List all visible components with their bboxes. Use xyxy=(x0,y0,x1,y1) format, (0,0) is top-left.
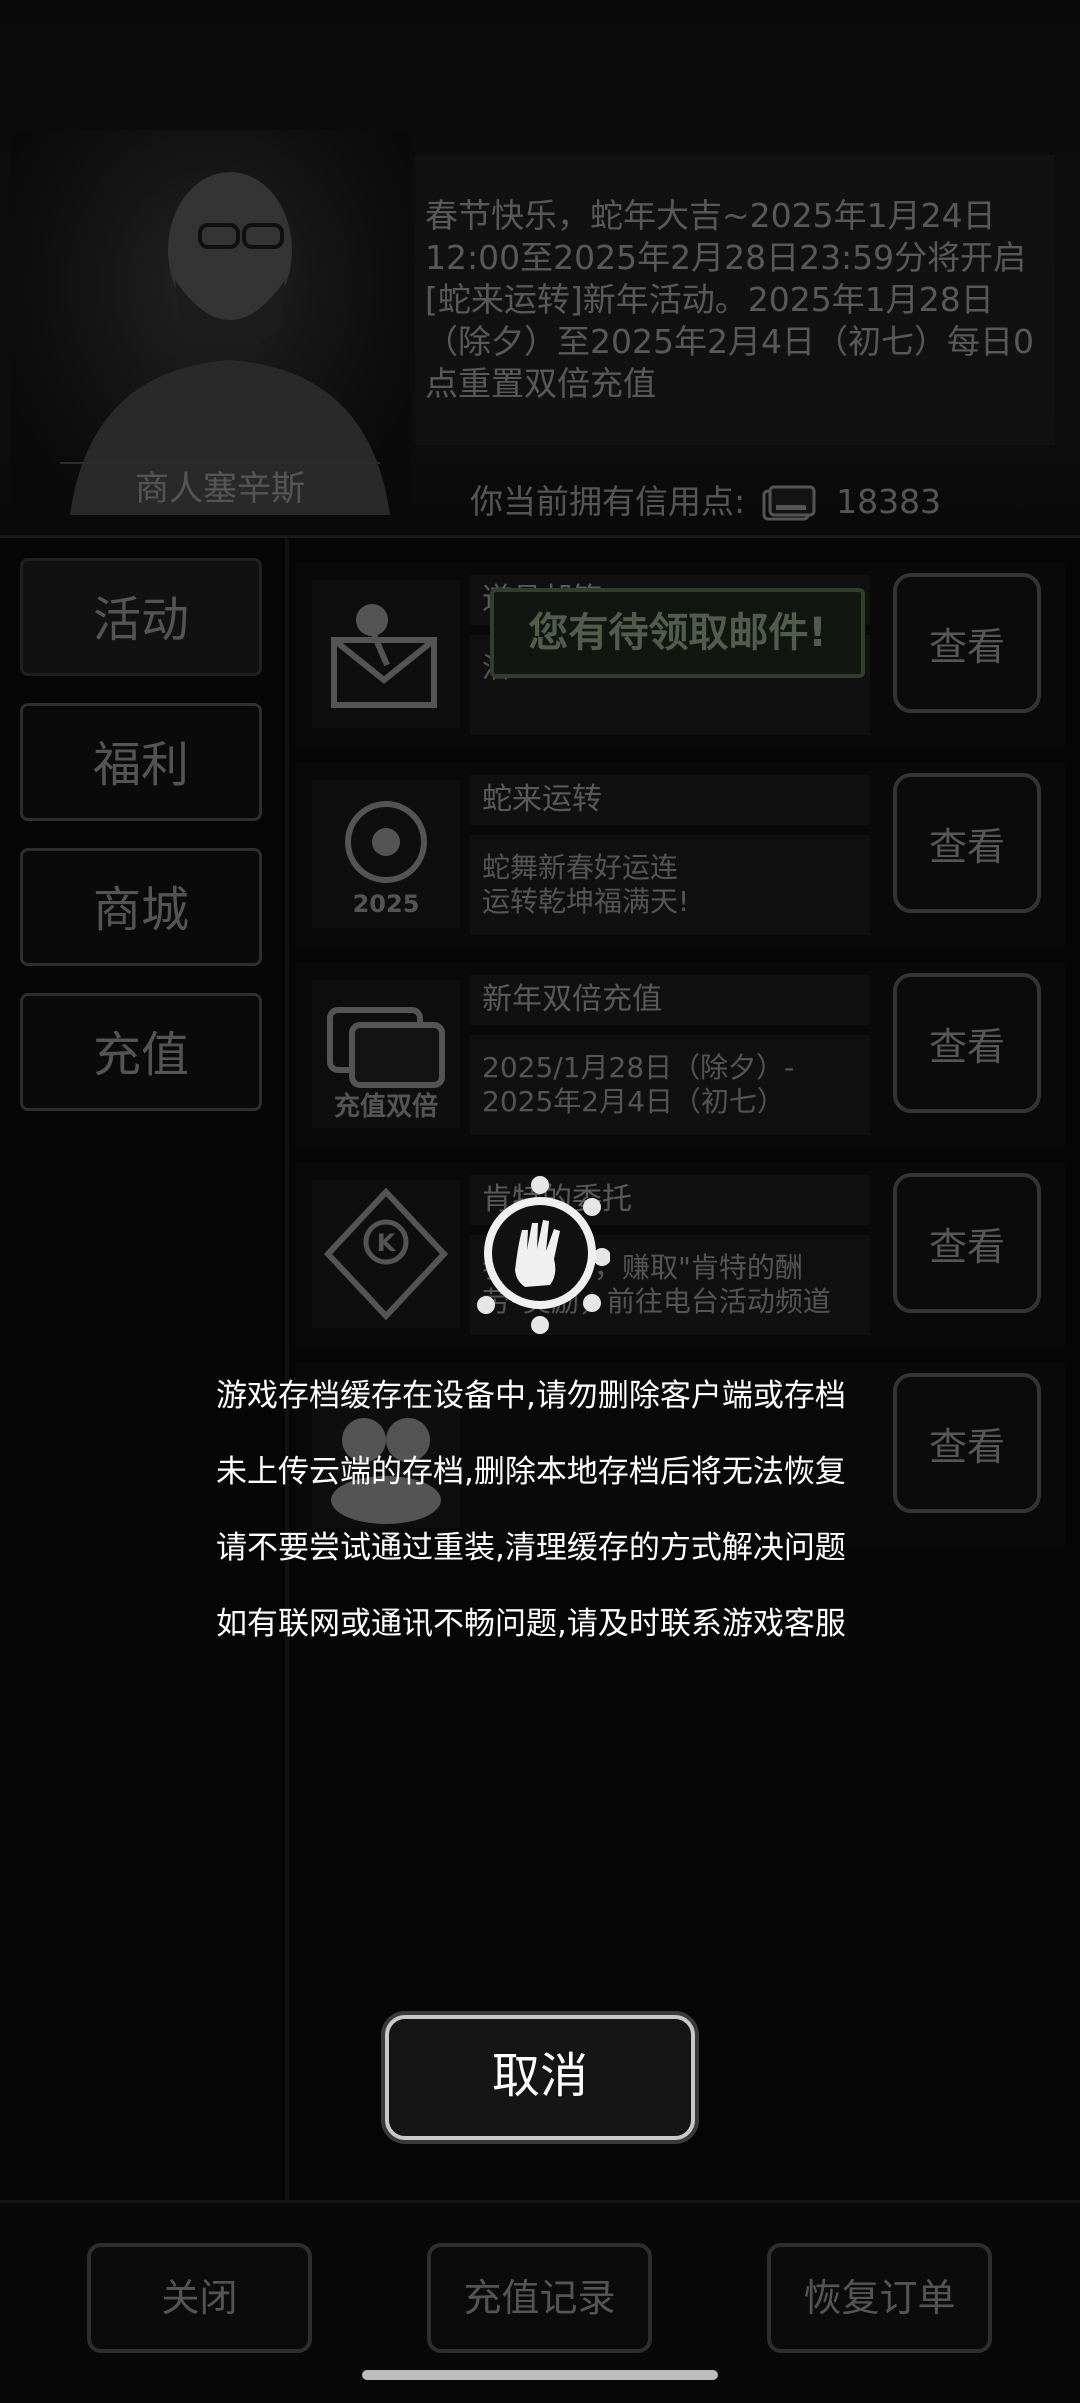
warning-line: 请不要尝试通过重装,清理缓存的方式解决问题 xyxy=(216,1530,846,1566)
activity-title: 新年双倍充值 xyxy=(470,975,870,1025)
activity-row: K 肯特的委托 参与活动，赚取"肯特的酬劳"奖励，前往电台活动频道 查看 xyxy=(295,1163,1065,1348)
loading-spinner xyxy=(470,1175,611,1335)
merchant-name: 商人塞辛斯 xyxy=(60,462,380,514)
credit-balance: 你当前拥有信用点: 18383 xyxy=(470,475,941,523)
save-warning-text: 游戏存档缓存在设备中,请勿删除客户端或存档 未上传云端的存档,删除本地存档后将无… xyxy=(216,1365,876,1669)
emblem-k-icon: K xyxy=(312,1180,460,1328)
view-button[interactable]: 查看 xyxy=(893,1373,1041,1513)
mail-pending-tip: 您有待领取邮件! xyxy=(490,588,865,678)
activity-desc: 蛇舞新春好运连 运转乾坤福满天! xyxy=(470,835,870,935)
announcement-text: 春节快乐，蛇年大吉~2025年1月24日12:00至2025年2月28日23:5… xyxy=(415,155,1055,445)
snake-2025-icon: 2025 xyxy=(312,780,460,928)
merchant-portrait xyxy=(10,130,410,515)
view-button[interactable]: 查看 xyxy=(893,1173,1041,1313)
home-indicator[interactable] xyxy=(362,2370,718,2380)
mail-pin-icon xyxy=(312,580,460,728)
activity-title: 蛇来运转 xyxy=(470,775,870,825)
activity-desc: 2025/1月28日（除夕）- 2025年2月4日（初七） xyxy=(470,1035,870,1135)
tab-recharge[interactable]: 充值 xyxy=(20,993,262,1111)
merchant-header: 商人塞辛斯 春节快乐，蛇年大吉~2025年1月24日12:00至2025年2月2… xyxy=(0,0,1080,535)
warning-line: 未上传云端的存档,删除本地存档后将无法恢复 xyxy=(216,1454,846,1490)
view-button[interactable]: 查看 xyxy=(893,773,1041,913)
tab-activity[interactable]: 活动 xyxy=(20,558,262,676)
card-icon-label: 充值双倍 xyxy=(334,1091,438,1122)
card-double-icon: 充值双倍 xyxy=(312,980,460,1128)
tab-shop[interactable]: 商城 xyxy=(20,848,262,966)
warning-line: 如有联网或通讯不畅问题,请及时联系游戏客服 xyxy=(216,1606,846,1642)
restore-order-button[interactable]: 恢复订单 xyxy=(767,2243,992,2353)
credit-label: 你当前拥有信用点: xyxy=(470,482,746,521)
snake-icon-year: 2025 xyxy=(353,890,420,918)
cancel-button[interactable]: 取消 xyxy=(385,2015,695,2140)
activity-row: 道具邮箱 活 您有待领取邮件! 查看 xyxy=(295,563,1065,748)
activity-row: 充值双倍 新年双倍充值 2025/1月28日（除夕）- 2025年2月4日（初七… xyxy=(295,963,1065,1148)
tab-welfare[interactable]: 福利 xyxy=(20,703,262,821)
credit-card-icon xyxy=(762,485,816,523)
recharge-records-button[interactable]: 充值记录 xyxy=(427,2243,652,2353)
warning-line: 游戏存档缓存在设备中,请勿删除客户端或存档 xyxy=(216,1378,846,1414)
credit-value: 18383 xyxy=(836,482,942,521)
svg-text:K: K xyxy=(377,1229,397,1257)
view-button[interactable]: 查看 xyxy=(893,973,1041,1113)
close-button[interactable]: 关闭 xyxy=(87,2243,312,2353)
view-button[interactable]: 查看 xyxy=(893,573,1041,713)
activity-row: 2025 蛇来运转 蛇舞新春好运连 运转乾坤福满天! 查看 xyxy=(295,763,1065,948)
